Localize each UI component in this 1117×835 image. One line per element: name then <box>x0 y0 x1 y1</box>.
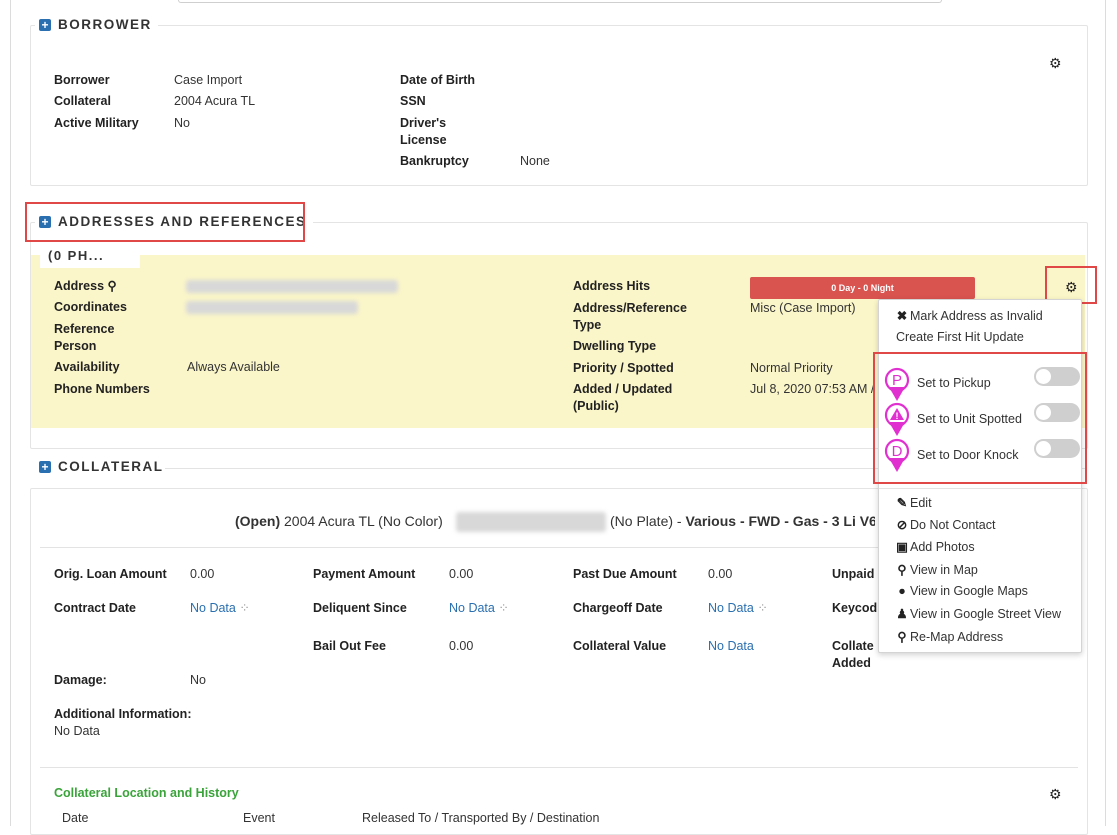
delinquent-since-value[interactable]: No Data ⁘ <box>449 600 509 617</box>
unpaid-label: Unpaid <box>832 567 875 581</box>
edit-item[interactable]: ✎ Edit <box>896 495 932 510</box>
do-not-contact-item[interactable]: ⊘ Do Not Contact <box>896 517 996 532</box>
chargeoff-date-value[interactable]: No Data ⁘ <box>708 600 768 617</box>
additional-info-value: No Data <box>54 724 100 738</box>
address-value-redacted <box>186 280 398 293</box>
top-search-field[interactable] <box>178 0 942 3</box>
contract-date-value[interactable]: No Data ⁘ <box>190 600 250 617</box>
ban-icon: ⊘ <box>896 518 908 532</box>
map-marker-icon: ⚲ <box>897 630 907 644</box>
keycode-label: Keycod <box>832 601 878 615</box>
location-divider <box>40 767 1078 768</box>
availability-label: Availability <box>54 360 120 374</box>
map-marker-icon: ⚲ <box>897 563 907 577</box>
address-card-tab[interactable]: (0 PH... <box>40 246 140 268</box>
dob-label: Date of Birth <box>400 73 475 87</box>
collateral-section-title[interactable]: + COLLATERAL <box>35 459 170 474</box>
loading-spinner-icon: ⁘ <box>239 601 250 615</box>
street-view-person-icon: ♟ <box>896 607 908 621</box>
collateral-location-title: Collateral Location and History <box>54 786 239 800</box>
add-photos-item[interactable]: ▣ Add Photos <box>896 539 975 554</box>
damage-value: No <box>190 673 206 687</box>
address-hits-bar: 0 Day - 0 Night <box>750 277 975 299</box>
annotation-box-addresses-title <box>25 202 305 242</box>
table-header-released: Released To / Transported By / Destinati… <box>362 811 600 825</box>
past-due-value: 0.00 <box>708 567 733 581</box>
vin-redacted <box>456 512 606 532</box>
menu-divider <box>879 488 1081 489</box>
priority-label: Priority / Spotted <box>573 361 674 375</box>
view-in-map-item[interactable]: ⚲ View in Map <box>896 562 977 577</box>
priority-value: Normal Priority <box>750 361 833 375</box>
collateral-value: 2004 Acura TL <box>174 94 256 108</box>
added-updated-value: Jul 8, 2020 07:53 AM / <box>750 382 875 396</box>
address-type-value: Misc (Case Import) <box>750 301 856 315</box>
bankruptcy-label: Bankruptcy <box>400 154 469 168</box>
payment-value: 0.00 <box>449 567 474 581</box>
photo-icon: ▣ <box>896 540 908 554</box>
availability-value: Always Available <box>187 360 280 374</box>
active-military-label: Active Military <box>54 116 139 130</box>
coordinates-value-redacted <box>186 301 358 314</box>
contract-date-label: Contract Date <box>54 601 136 615</box>
bankruptcy-value: None <box>520 154 550 168</box>
address-hits-label: Address Hits <box>573 279 651 293</box>
loading-spinner-icon: ⁘ <box>498 601 509 615</box>
table-header-event: Event <box>243 811 275 825</box>
loading-spinner-icon: ⁘ <box>757 601 768 615</box>
vehicle-heading: (Open) 2004 Acura TL (No Color) <box>235 513 443 529</box>
borrower-label: Borrower <box>54 73 110 87</box>
annotation-box-toggles <box>873 352 1087 484</box>
globe-icon: ● <box>898 584 906 598</box>
borrower-section-title[interactable]: + BORROWER <box>35 17 158 32</box>
chargeoff-date-label: Chargeoff Date <box>573 601 663 615</box>
borrower-gear-icon[interactable]: ⚙ <box>1049 55 1062 72</box>
ssn-label: SSN <box>400 94 426 108</box>
address-type-label: Address/Reference Type <box>573 301 687 332</box>
bail-out-fee-value: 0.00 <box>449 639 474 653</box>
past-due-label: Past Due Amount <box>573 567 677 581</box>
collateral-label: Collateral <box>54 94 111 108</box>
payment-label: Payment Amount <box>313 567 416 581</box>
orig-loan-value: 0.00 <box>190 567 215 581</box>
edit-icon: ✎ <box>896 496 908 510</box>
additional-info-label: Additional Information: <box>54 707 192 721</box>
address-label: Address ⚲ <box>54 279 117 293</box>
collateral-added-label: Collate Added <box>832 639 874 670</box>
map-pin-icon: ⚲ <box>107 279 117 293</box>
added-updated-label: Added / Updated (Public) <box>573 382 673 413</box>
damage-label: Damage: <box>54 673 107 687</box>
x-icon: ✖ <box>896 309 908 323</box>
view-google-maps-item[interactable]: ● View in Google Maps <box>896 584 1028 598</box>
coordinates-label: Coordinates <box>54 300 127 314</box>
delinquent-since-label: Deliquent Since <box>313 601 407 615</box>
view-street-view-item[interactable]: ♟ View in Google Street View <box>896 606 1061 621</box>
collateral-value-label: Collateral Value <box>573 639 667 653</box>
remap-address-item[interactable]: ⚲ Re-Map Address <box>896 629 1003 644</box>
mark-invalid-item[interactable]: ✖ Mark Address as Invalid <box>896 308 1043 323</box>
orig-loan-label: Orig. Loan Amount <box>54 567 167 581</box>
location-gear-icon[interactable]: ⚙ <box>1049 786 1062 803</box>
expand-plus-icon[interactable]: + <box>39 460 51 473</box>
collateral-value-value[interactable]: No Data <box>708 638 754 655</box>
create-first-hit-item[interactable]: Create First Hit Update <box>896 330 1024 344</box>
reference-person-label: Reference Person <box>54 322 115 353</box>
drivers-license-label: Driver's License <box>400 116 447 147</box>
bail-out-fee-label: Bail Out Fee <box>313 639 386 653</box>
expand-plus-icon[interactable]: + <box>39 18 51 31</box>
dwelling-type-label: Dwelling Type <box>573 339 657 353</box>
phone-numbers-label: Phone Numbers <box>54 382 150 396</box>
table-header-date: Date <box>62 811 89 825</box>
active-military-value: No <box>174 116 190 130</box>
vehicle-plate-specs: (No Plate) - Various - FWD - Gas - 3 Li … <box>610 513 875 529</box>
borrower-value: Case Import <box>174 73 243 87</box>
